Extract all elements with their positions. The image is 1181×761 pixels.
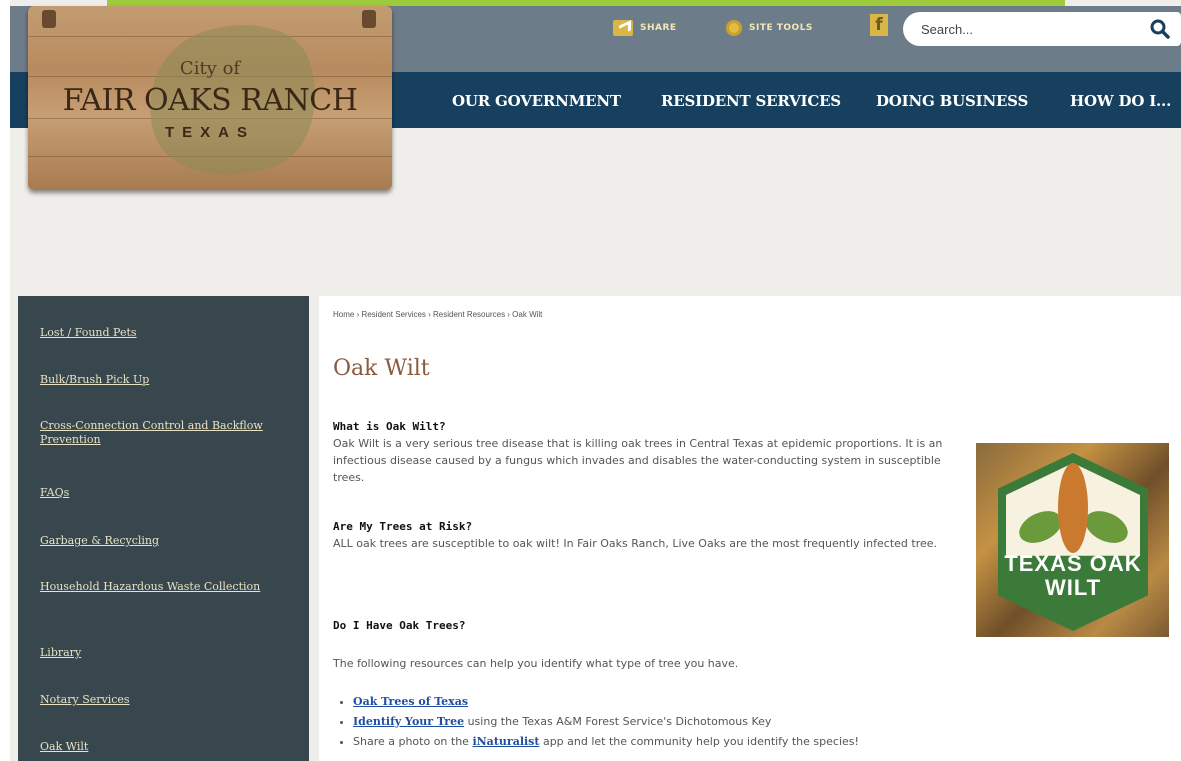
- sidebar-item-cross-connection[interactable]: Cross-Connection Control and Backflow Pr…: [40, 419, 290, 447]
- search-input[interactable]: [921, 19, 1121, 39]
- resource-list: Oak Trees of Texas Identify Your Tree us…: [333, 692, 859, 752]
- logo-state: TEXAS: [164, 124, 255, 141]
- list-item: Share a photo on the iNaturalist app and…: [353, 732, 859, 752]
- facebook-icon[interactable]: f: [870, 14, 888, 36]
- heading-trees-at-risk: Are My Trees at Risk?: [333, 520, 473, 533]
- badge-text-line2: WILT: [1044, 575, 1102, 600]
- logo-city-name: FAIR OAKS RANCH: [62, 83, 358, 118]
- sign-hanger: [362, 10, 376, 28]
- sidebar-item-bulk-brush-pick-up[interactable]: Bulk/Brush Pick Up: [40, 373, 290, 387]
- link-inaturalist[interactable]: iNaturalist: [472, 735, 539, 748]
- leaf-icon: [1058, 463, 1088, 553]
- heading-what-is-oak-wilt: What is Oak Wilt?: [333, 420, 446, 433]
- gear-icon: [726, 20, 742, 36]
- site-tools-label: SITE TOOLS: [749, 23, 813, 33]
- breadcrumb[interactable]: Home › Resident Services › Resident Reso…: [333, 310, 542, 319]
- nav-resident-services[interactable]: RESIDENT SERVICES: [661, 92, 841, 110]
- sidebar-item-library[interactable]: Library: [40, 646, 290, 660]
- sidebar-item-notary-services[interactable]: Notary Services: [40, 693, 290, 707]
- sidebar-item-garbage-recycling[interactable]: Garbage & Recycling: [40, 534, 290, 548]
- paragraph-trees-at-risk: ALL oak trees are susceptible to oak wil…: [333, 537, 938, 550]
- share-button[interactable]: SHARE: [613, 18, 677, 38]
- paragraph-resources-intro: The following resources can help you ide…: [333, 657, 739, 670]
- link-oak-trees-of-texas[interactable]: Oak Trees of Texas: [353, 695, 468, 708]
- nav-our-government[interactable]: OUR GOVERNMENT: [452, 92, 621, 110]
- paragraph-what-is-oak-wilt: Oak Wilt is a very serious tree disease …: [333, 437, 943, 484]
- sign-hanger: [42, 10, 56, 28]
- sidebar-item-faqs[interactable]: FAQs: [40, 486, 290, 500]
- heading-do-i-have-oak-trees: Do I Have Oak Trees?: [333, 619, 466, 632]
- left-edge: [0, 0, 10, 761]
- nav-how-do-i[interactable]: HOW DO I...: [1070, 92, 1171, 110]
- page-title: Oak Wilt: [333, 356, 430, 381]
- badge-text-line1: TEXAS OAK: [1004, 551, 1142, 576]
- nav-doing-business[interactable]: DOING BUSINESS: [876, 92, 1028, 110]
- sidebar-item-lost-found-pets[interactable]: Lost / Found Pets: [40, 326, 290, 340]
- sidebar-nav: Lost / Found Pets Bulk/Brush Pick Up Cro…: [18, 296, 309, 761]
- list-item-text: app and let the community help you ident…: [539, 735, 859, 748]
- site-logo[interactable]: City of FAIR OAKS RANCH TEXAS: [28, 6, 392, 190]
- logo-city-of: City of: [179, 58, 241, 79]
- share-icon: [613, 20, 633, 36]
- share-label: SHARE: [640, 23, 677, 33]
- search-box: [903, 12, 1181, 46]
- sidebar-item-oak-wilt[interactable]: Oak Wilt: [40, 740, 290, 754]
- list-item: Oak Trees of Texas: [353, 692, 859, 712]
- link-identify-your-tree[interactable]: Identify Your Tree: [353, 715, 464, 728]
- site-tools-button[interactable]: SITE TOOLS: [726, 18, 813, 38]
- list-item-text: using the Texas A&M Forest Service's Dic…: [464, 715, 772, 728]
- texas-oak-wilt-logo: TEXAS OAK WILT: [976, 443, 1169, 637]
- search-icon[interactable]: [1149, 18, 1171, 40]
- list-item-text: Share a photo on the: [353, 735, 473, 748]
- list-item: Identify Your Tree using the Texas A&M F…: [353, 712, 859, 732]
- main-content: Home › Resident Services › Resident Reso…: [319, 296, 1181, 761]
- sidebar-item-household-hazardous-waste[interactable]: Household Hazardous Waste Collection: [40, 580, 290, 594]
